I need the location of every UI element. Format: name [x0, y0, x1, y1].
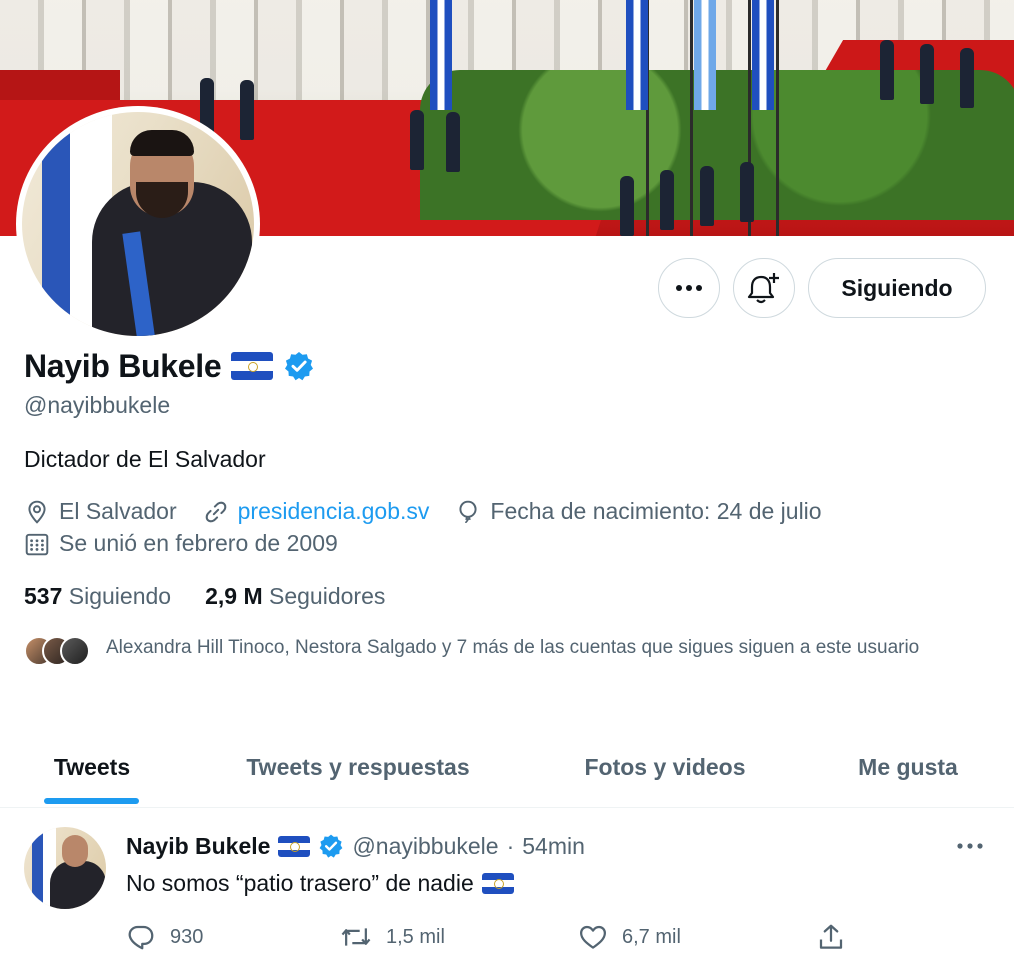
- bell-plus-icon: [747, 273, 779, 304]
- banner-figure: [620, 176, 634, 236]
- reply-button[interactable]: 930: [126, 919, 203, 955]
- birthday-text: Fecha de nacimiento: 24 de julio: [490, 498, 822, 524]
- following-button[interactable]: Siguiendo: [808, 258, 986, 318]
- active-tab-indicator: [44, 798, 139, 804]
- tab-likes[interactable]: Me gusta: [828, 726, 988, 808]
- share-button[interactable]: [816, 919, 846, 955]
- tweet[interactable]: Nayib Bukele @nayibbukele · 54min No som…: [0, 809, 1014, 973]
- el-salvador-flag-icon: [481, 872, 514, 894]
- notify-button[interactable]: [733, 258, 795, 318]
- profile-name-row: Nayib Bukele: [24, 346, 315, 386]
- banner-flag: [626, 0, 648, 110]
- calendar-icon: [25, 533, 49, 555]
- tab-media[interactable]: Fotos y videos: [556, 726, 774, 808]
- more-options-button[interactable]: [658, 258, 720, 318]
- like-button[interactable]: 6,7 mil: [578, 919, 681, 955]
- verified-badge-icon[interactable]: [283, 350, 315, 382]
- banner-flag: [430, 0, 452, 110]
- birthday-item: Fecha de nacimiento: 24 de julio: [455, 498, 822, 525]
- follower-avatars: [24, 634, 106, 668]
- following-stat[interactable]: 537 Siguiendo: [24, 583, 171, 610]
- followers-stat[interactable]: 2,9 M Seguidores: [205, 583, 385, 610]
- retweet-icon: [341, 928, 371, 946]
- banner-figure: [446, 112, 460, 172]
- avatar-photo: [22, 112, 254, 336]
- following-label: Siguiendo: [68, 583, 172, 609]
- tab-tweets-and-replies[interactable]: Tweets y respuestas: [214, 726, 502, 808]
- banner-figure: [880, 40, 894, 100]
- heart-icon: [580, 925, 606, 949]
- avatar-head: [62, 835, 88, 867]
- balloon-icon: [459, 500, 477, 523]
- tweet-body: No somos “patio trasero” de nadie: [126, 867, 514, 899]
- profile-meta: El Salvador presidencia.gob.sv Fecha de …: [24, 498, 848, 525]
- joined-item: Se unió en febrero de 2009: [24, 530, 338, 557]
- banner-figure: [240, 80, 254, 140]
- location-text: El Salvador: [59, 498, 177, 524]
- retweet-count: 1,5 mil: [386, 925, 445, 948]
- joined-text: Se unió en febrero de 2009: [59, 530, 338, 556]
- more-icon: [676, 285, 702, 291]
- following-count: 537: [24, 583, 63, 609]
- tweet-timestamp[interactable]: 54min: [522, 833, 585, 860]
- more-icon: [957, 843, 983, 849]
- el-salvador-flag-icon: [231, 352, 274, 380]
- location-item: El Salvador: [24, 498, 177, 525]
- separator-dot: ·: [506, 832, 515, 859]
- tab-tweets[interactable]: Tweets: [24, 726, 160, 808]
- verified-badge-icon: [320, 834, 343, 858]
- profile-bio: Dictador de El Salvador: [24, 446, 266, 472]
- el-salvador-flag-icon: [278, 835, 311, 857]
- follower-avatar: [60, 636, 90, 666]
- followers-count: 2,9 M: [205, 583, 263, 609]
- banner-figure: [700, 166, 714, 226]
- avatar-hair: [130, 130, 194, 156]
- tweet-author-handle[interactable]: @nayibbukele: [352, 833, 498, 860]
- tweet-author-name[interactable]: Nayib Bukele: [126, 833, 270, 860]
- followers-label: Seguidores: [269, 583, 386, 609]
- tweet-header: Nayib Bukele @nayibbukele · 54min: [126, 831, 585, 861]
- banner-figure: [920, 44, 934, 104]
- profile-tabs: Tweets Tweets y respuestas Fotos y video…: [0, 726, 1014, 808]
- location-pin-icon: [28, 500, 46, 524]
- banner-figure: [410, 110, 424, 170]
- followers-you-know[interactable]: Alexandra Hill Tinoco, Nestora Salgado y…: [24, 634, 976, 668]
- tweet-actions: 930 1,5 mil 6,7 mil: [126, 919, 866, 955]
- banner-flag: [752, 0, 774, 110]
- tweet-text: No somos “patio trasero” de nadie: [126, 869, 474, 896]
- banner-figure: [740, 162, 754, 222]
- banner-figure: [960, 48, 974, 108]
- profile-meta-joined: Se unió en febrero de 2009: [24, 530, 364, 557]
- retweet-button[interactable]: 1,5 mil: [340, 919, 445, 955]
- reply-icon: [128, 925, 154, 950]
- like-count: 6,7 mil: [622, 925, 681, 948]
- profile-name: Nayib Bukele: [24, 347, 222, 384]
- banner-flag: [694, 0, 716, 110]
- banner-figure: [660, 170, 674, 230]
- profile-handle: @nayibbukele: [24, 392, 171, 418]
- followers-you-know-text: Alexandra Hill Tinoco, Nestora Salgado y…: [106, 637, 920, 658]
- avatar-suit: [50, 861, 106, 909]
- website-item[interactable]: presidencia.gob.sv: [203, 498, 430, 525]
- reply-count: 930: [170, 925, 204, 948]
- website-link[interactable]: presidencia.gob.sv: [238, 498, 430, 525]
- banner-flagpole: [690, 0, 693, 236]
- profile-avatar[interactable]: [16, 106, 260, 342]
- banner-flagpole: [776, 0, 779, 236]
- tweet-author-avatar[interactable]: [24, 827, 106, 909]
- profile-stats: 537 Siguiendo 2,9 M Seguidores: [24, 583, 419, 610]
- tweet-more-button[interactable]: [950, 831, 990, 861]
- link-icon: [205, 501, 226, 522]
- share-icon: [819, 924, 843, 949]
